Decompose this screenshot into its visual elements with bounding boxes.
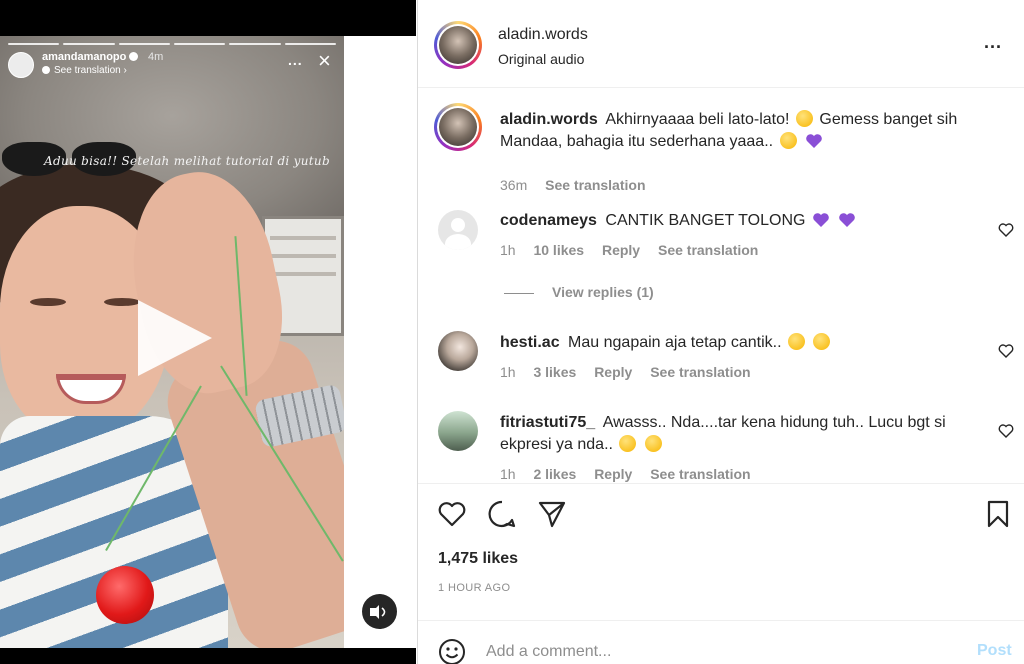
grinning-emoji-icon <box>795 110 813 127</box>
comment-see-translation[interactable]: See translation <box>650 364 750 380</box>
comments-list[interactable]: aladin.words Akhirnyaaaa beli lato-lato!… <box>418 89 1024 483</box>
play-icon[interactable] <box>138 300 212 376</box>
more-options-icon[interactable]: ... <box>984 32 1002 53</box>
caption-text-1: Akhirnyaaaa beli lato-lato! <box>605 111 790 128</box>
smiley-icon[interactable] <box>438 638 466 664</box>
media-top-bar <box>0 0 416 36</box>
comment-like-heart-icon[interactable] <box>998 423 1014 439</box>
caption-avatar[interactable] <box>434 103 482 151</box>
add-comment-bar: Post <box>418 620 1024 664</box>
story-overlay-text: Aduu bisa!! Setelah melihat tutorial di … <box>44 154 330 168</box>
comment-time: 1h <box>500 364 516 380</box>
purple-heart-icon <box>813 213 829 227</box>
view-replies-button[interactable]: View replies (1) <box>504 284 654 300</box>
comment-see-translation[interactable]: See translation <box>658 242 758 258</box>
heart-eyes-emoji-icon <box>813 333 831 350</box>
comment-likes[interactable]: 3 likes <box>533 364 576 380</box>
story-more-icon[interactable]: ... <box>288 52 303 68</box>
hearts-face-emoji-icon <box>779 132 797 149</box>
post-header: aladin.words Original audio ... <box>418 0 1024 88</box>
story-see-translation[interactable]: See translation › <box>42 65 127 76</box>
post-sidebar: aladin.words Original audio ... aladin.w… <box>417 0 1024 664</box>
purple-heart-icon <box>839 213 856 227</box>
story-username[interactable]: amandamanopo <box>42 51 139 63</box>
author-avatar[interactable] <box>434 21 482 69</box>
laughing-emoji-icon <box>644 435 662 452</box>
purple-heart-icon <box>806 134 822 148</box>
reply-button[interactable]: Reply <box>594 364 632 380</box>
story-progress <box>8 43 336 45</box>
comment-username[interactable]: fitriastuti75_ <box>500 414 595 431</box>
reply-button[interactable]: Reply <box>594 466 632 482</box>
audio-label[interactable]: Original audio <box>498 51 584 67</box>
comment-icon[interactable] <box>486 498 518 530</box>
comment-username[interactable]: codenameys <box>500 212 597 229</box>
post-actions: 1,475 likes 1 HOUR AGO <box>418 483 1024 603</box>
share-icon[interactable] <box>536 498 568 530</box>
close-icon[interactable]: × <box>318 50 331 72</box>
comment-like-heart-icon[interactable] <box>998 222 1014 238</box>
heart-eyes-emoji-icon <box>787 333 805 350</box>
story-time: 4m <box>148 51 164 63</box>
comment-see-translation[interactable]: See translation <box>650 466 750 482</box>
caption-username[interactable]: aladin.words <box>500 111 598 128</box>
comment-text: CANTIK BANGET TOLONG <box>605 212 806 229</box>
laughing-emoji-icon <box>619 435 637 452</box>
comment-username[interactable]: hesti.ac <box>500 334 560 351</box>
bookmark-icon[interactable] <box>982 498 1014 530</box>
globe-icon <box>42 66 50 74</box>
media-pane: Aduu bisa!! Setelah melihat tutorial di … <box>0 0 416 664</box>
post-button[interactable]: Post <box>977 642 1012 660</box>
media-side-gap <box>344 36 416 648</box>
comment-time: 1h <box>500 466 516 482</box>
speaker-icon[interactable] <box>362 594 397 629</box>
heart-icon[interactable] <box>436 498 468 530</box>
comment-time: 1h <box>500 242 516 258</box>
comment-likes[interactable]: 10 likes <box>533 242 584 258</box>
media-bottom-bar <box>0 648 416 664</box>
comment-like-heart-icon[interactable] <box>998 343 1014 359</box>
lato-lato-ball <box>96 566 154 624</box>
verified-icon <box>129 52 139 61</box>
story-avatar[interactable] <box>8 52 34 78</box>
post-timestamp: 1 HOUR AGO <box>438 582 511 594</box>
comment-avatar[interactable] <box>438 411 478 451</box>
add-comment-input[interactable] <box>486 641 966 663</box>
likes-count[interactable]: 1,475 likes <box>438 550 518 568</box>
comment-avatar[interactable] <box>438 331 478 371</box>
author-username[interactable]: aladin.words <box>498 26 588 44</box>
comment-text: Mau ngapain aja tetap cantik.. <box>568 334 782 351</box>
caption-time: 36m <box>500 177 528 193</box>
comment-likes[interactable]: 2 likes <box>533 466 576 482</box>
caption-see-translation[interactable]: See translation <box>545 177 645 193</box>
comment-avatar[interactable] <box>438 210 478 250</box>
reply-button[interactable]: Reply <box>602 242 640 258</box>
